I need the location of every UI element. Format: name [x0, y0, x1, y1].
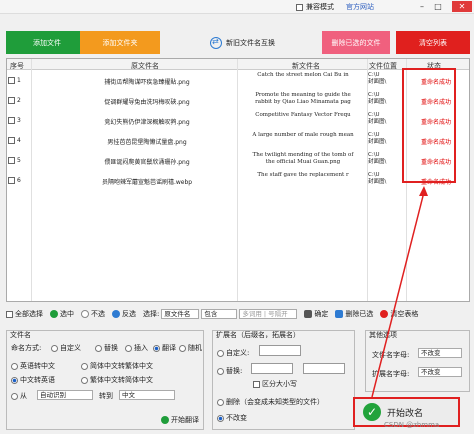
annotation-arrow	[371, 186, 428, 398]
watermark: CSDN @zhmma	[384, 421, 440, 429]
